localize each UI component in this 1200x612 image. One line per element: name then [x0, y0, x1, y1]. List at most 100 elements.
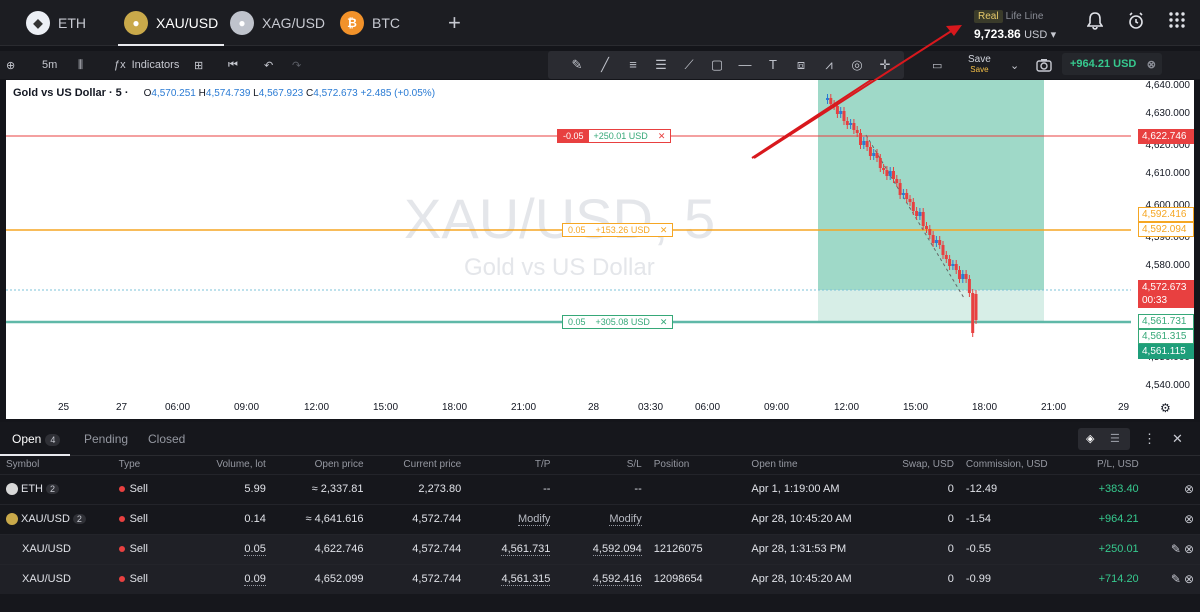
- more-menu-icon[interactable]: ⋮: [1143, 431, 1156, 447]
- candle-body: [892, 171, 895, 179]
- redo-icon[interactable]: ↷: [292, 55, 301, 75]
- cell-actions: ⊗: [1144, 503, 1200, 534]
- total-pl-pill[interactable]: +964.21 USD ⊗: [1062, 53, 1162, 75]
- close-icon[interactable]: ✕: [653, 130, 671, 142]
- type-label: Sell: [129, 513, 148, 525]
- close-position-icon[interactable]: ⊗: [1184, 572, 1194, 586]
- cell-volume: 0.09: [186, 563, 272, 594]
- volume-link[interactable]: 0.09: [244, 573, 266, 587]
- candle-body: [901, 193, 905, 195]
- candle-body: [911, 202, 915, 211]
- pattern-icon[interactable]: ⩘: [820, 56, 838, 74]
- close-position-icon[interactable]: ⊗: [1184, 512, 1194, 526]
- fullscreen-icon[interactable]: ▭: [932, 55, 942, 75]
- modify-sl-link[interactable]: Modify: [609, 513, 642, 526]
- time-tick: 15:00: [373, 402, 399, 413]
- cell-position: 12098654: [647, 563, 746, 594]
- target-icon[interactable]: ◎: [848, 56, 866, 74]
- volume-link[interactable]: 0.05: [244, 543, 266, 556]
- grid-menu-icon[interactable]: [1169, 12, 1185, 33]
- cell-actions: ⊗: [1144, 473, 1200, 504]
- time-tick: 09:00: [234, 402, 260, 413]
- table-row[interactable]: XAU/USD 2 Sell 0.14 ≈ 4,641.616 4,572.744…: [0, 503, 1200, 534]
- legend-change: +2.485 (+0.05%): [360, 88, 436, 99]
- tab-closed[interactable]: Closed: [148, 432, 185, 446]
- bell-icon[interactable]: [1086, 12, 1104, 35]
- tp-link[interactable]: 4,561.315: [501, 573, 551, 587]
- price-chart[interactable]: XAU/USD, 5 Gold vs US Dollar Gold vs US …: [6, 80, 1194, 419]
- brush-icon[interactable]: ✎: [568, 56, 586, 74]
- account-balance: 9,723.86: [974, 27, 1021, 41]
- replay-icon[interactable]: ⏮: [228, 55, 238, 75]
- table-row[interactable]: XAU/USD Sell 0.05 4,622.746 4,572.744 4,…: [0, 533, 1200, 564]
- candle-body: [931, 235, 935, 243]
- cell-open-time: Apr 28, 10:45:20 AM: [745, 503, 888, 534]
- modify-tp-link[interactable]: Modify: [518, 513, 551, 526]
- cell-position: [647, 473, 746, 504]
- candle-body: [859, 133, 862, 145]
- tp-link[interactable]: 4,561.731: [501, 543, 551, 556]
- candle-type-icon[interactable]: ⫼: [78, 55, 83, 75]
- add-tab-icon[interactable]: +: [448, 10, 461, 36]
- symbol-name: XAU/USD: [21, 512, 70, 525]
- candle-body: [908, 199, 912, 202]
- tab-xagusd-label: XAG/USD: [262, 15, 326, 31]
- candle-body: [875, 153, 879, 158]
- order-tag-open[interactable]: -0.05 +250.01 USD ✕: [557, 129, 672, 143]
- settings-icon[interactable]: ⚙: [1160, 401, 1171, 415]
- cell-tp: --: [467, 473, 557, 504]
- col-swap: Swap, USD: [902, 459, 954, 471]
- text-icon[interactable]: T: [764, 56, 782, 74]
- tab-open-label: Open: [12, 432, 42, 446]
- save-button[interactable]: Save Save: [968, 54, 991, 74]
- edit-icon[interactable]: ✎: [1171, 542, 1181, 556]
- trendline-icon[interactable]: ╱: [596, 56, 614, 74]
- cell-type: Sell: [112, 473, 187, 504]
- order-tag-sl[interactable]: 0.05 +153.26 USD ✕: [562, 223, 674, 237]
- crosshair-icon[interactable]: ✛: [876, 56, 894, 74]
- rectangle-icon[interactable]: ▢: [708, 56, 726, 74]
- cell-position: [647, 503, 746, 534]
- account-selector[interactable]: Real Life Line 9,723.86 USD ▾: [974, 6, 1074, 41]
- close-position-icon[interactable]: ⊗: [1184, 482, 1194, 496]
- tab-pending[interactable]: Pending: [84, 432, 128, 446]
- close-icon[interactable]: ✕: [655, 316, 673, 328]
- sl-link[interactable]: 4,592.094: [592, 543, 642, 556]
- cell-type: Sell: [112, 563, 187, 594]
- account-currency: USD: [1024, 29, 1048, 41]
- stack-icon[interactable]: ☰: [1110, 432, 1120, 445]
- tab-eth[interactable]: ◆ ETH: [26, 0, 86, 46]
- close-all-icon[interactable]: ⊗: [1147, 58, 1156, 71]
- camera-icon[interactable]: [1036, 55, 1052, 75]
- fib-icon[interactable]: ≡: [624, 56, 642, 74]
- table-row[interactable]: XAU/USD Sell 0.09 4,652.099 4,572.744 4,…: [0, 563, 1200, 594]
- add-symbol-icon[interactable]: ⊕: [6, 55, 15, 75]
- table-row[interactable]: ETH 2 Sell 5.99 ≈ 2,337.81 2,273.80 -- --…: [0, 473, 1200, 504]
- ruler-icon[interactable]: ⧈: [792, 56, 810, 74]
- edit-icon[interactable]: ✎: [1171, 572, 1181, 586]
- layers-icon[interactable]: ◈: [1086, 432, 1094, 445]
- time-tick: 09:00: [764, 402, 790, 413]
- sl-link[interactable]: 4,592.416: [592, 573, 642, 587]
- tab-btc[interactable]: ₿ BTC: [340, 0, 400, 46]
- account-type-badge: Real: [974, 10, 1003, 23]
- pitchfork-icon[interactable]: ⟋: [680, 56, 698, 74]
- close-panel-icon[interactable]: ✕: [1172, 431, 1183, 447]
- layout-icon[interactable]: ⊞: [194, 55, 203, 75]
- timeframe-select[interactable]: 5m: [42, 55, 57, 75]
- price-tick: 4,580.000: [1145, 260, 1191, 271]
- order-tag-tp[interactable]: 0.05 +305.08 USD ✕: [562, 315, 674, 329]
- horizontal-line-icon[interactable]: —: [736, 56, 754, 74]
- close-icon[interactable]: ✕: [655, 224, 673, 236]
- undo-icon[interactable]: ↶: [264, 55, 273, 75]
- close-position-icon[interactable]: ⊗: [1184, 542, 1194, 556]
- alarm-clock-icon[interactable]: [1128, 12, 1144, 35]
- save-chevron-icon[interactable]: ⌄: [1010, 55, 1019, 75]
- tab-xagusd[interactable]: ● XAG/USD: [230, 0, 325, 46]
- cell-open-price: ≈ 4,641.616: [271, 503, 370, 534]
- tab-open[interactable]: Open 4: [12, 432, 61, 446]
- tab-xauusd[interactable]: ● XAU/USD: [117, 0, 225, 46]
- indicators-button[interactable]: ƒx Indicators: [114, 55, 179, 75]
- channel-icon[interactable]: ☰: [652, 56, 670, 74]
- table-header: Symbol Type Volume, lot Open price Curre…: [0, 456, 1200, 474]
